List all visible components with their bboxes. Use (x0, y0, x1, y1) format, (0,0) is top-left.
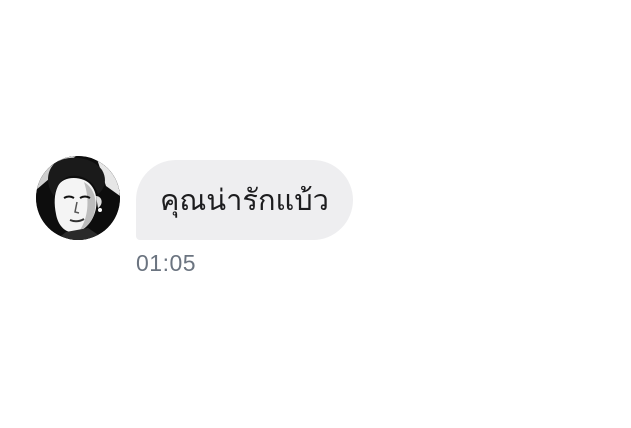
sender-avatar[interactable] (36, 156, 120, 240)
message-timestamp: 01:05 (136, 250, 197, 276)
chat-message-row: คุณน่ารักแบ้ว (36, 156, 436, 246)
message-text: คุณน่ารักแบ้ว (160, 182, 329, 217)
avatar-photo-icon (36, 156, 120, 240)
message-bubble[interactable]: คุณน่ารักแบ้ว (136, 160, 353, 240)
